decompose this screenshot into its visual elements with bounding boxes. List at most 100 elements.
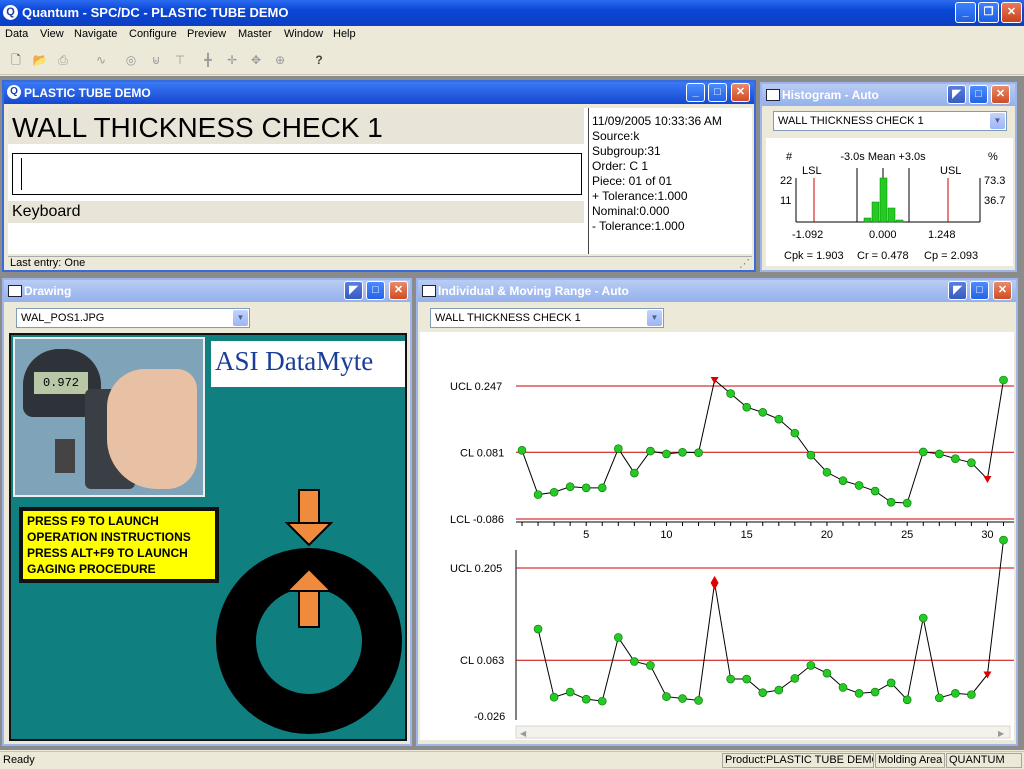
maximize-button[interactable]: □ [708,83,727,102]
data-point[interactable] [806,661,816,670]
new-file-icon[interactable]: 🗋 [8,52,24,68]
data-point[interactable] [934,693,944,703]
chart-icon[interactable]: ∿ [93,52,109,68]
close-button[interactable]: ✕ [991,85,1010,104]
data-point[interactable] [630,657,639,666]
out-of-control-marker[interactable] [710,575,719,590]
axis-icon[interactable]: ╋ [200,52,216,68]
data-point[interactable] [549,487,559,497]
data-point[interactable] [838,476,848,485]
data-point[interactable] [597,696,607,706]
data-point[interactable] [565,482,575,491]
data-point[interactable] [967,690,976,699]
data-point[interactable] [758,408,768,417]
pin-button[interactable]: ◤ [947,85,966,104]
data-point[interactable] [678,448,687,457]
menu-view[interactable]: View [40,28,64,40]
data-point[interactable] [533,624,543,634]
maximize-button[interactable]: □ [366,281,385,300]
out-of-control-marker[interactable] [983,476,992,484]
chevron-down-icon[interactable]: ▼ [990,113,1005,129]
menu-data[interactable]: Data [5,28,28,40]
data-point[interactable] [918,447,928,457]
data-point[interactable] [533,490,543,499]
data-point[interactable] [806,450,816,460]
data-point[interactable] [742,674,752,684]
restore-button[interactable]: ❐ [978,2,999,23]
data-point[interactable] [918,613,928,623]
data-point[interactable] [902,498,912,508]
data-point[interactable] [951,454,960,463]
gauge-icon[interactable]: ◎ [123,52,139,68]
data-point[interactable] [886,678,896,688]
cross-icon[interactable]: ✛ [224,52,240,68]
ring-icon[interactable]: ⊕ [272,52,288,68]
menu-window[interactable]: Window [284,28,323,40]
data-point[interactable] [758,688,768,697]
data-point[interactable] [967,458,976,467]
data-point[interactable] [614,633,623,642]
close-button[interactable]: ✕ [731,83,750,102]
pin-button[interactable]: ◤ [948,281,967,300]
menu-navigate[interactable]: Navigate [74,28,117,40]
resize-grip-icon[interactable]: ⋰ [739,257,750,270]
data-point[interactable] [934,449,944,459]
data-point[interactable] [790,428,800,438]
minimize-button[interactable]: _ [686,83,705,102]
data-point[interactable] [662,692,671,701]
data-point[interactable] [630,468,639,478]
menu-configure[interactable]: Configure [129,28,177,40]
data-point[interactable] [694,448,703,457]
data-point[interactable] [742,402,752,412]
chevron-down-icon[interactable]: ▼ [233,310,248,326]
data-point[interactable] [726,674,735,684]
help-icon[interactable]: ? [311,52,327,68]
data-point[interactable] [646,661,655,670]
data-point[interactable] [581,483,591,493]
close-button[interactable]: ✕ [389,281,408,300]
data-point[interactable] [646,446,655,456]
data-point[interactable] [790,674,800,683]
value-input[interactable] [12,153,582,195]
data-point[interactable] [870,486,880,496]
data-point[interactable] [678,694,687,703]
data-point[interactable] [854,481,864,490]
data-point[interactable] [581,694,591,704]
cup-icon[interactable]: ⊌ [148,52,164,68]
data-point[interactable] [886,497,896,507]
data-point[interactable] [614,444,623,454]
data-point[interactable] [694,696,703,705]
open-folder-icon[interactable]: 📂 [32,52,48,68]
data-point[interactable] [999,375,1008,385]
menu-master[interactable]: Master [238,28,272,40]
data-point[interactable] [870,687,880,697]
close-button[interactable]: ✕ [993,281,1012,300]
maximize-button[interactable]: □ [970,281,989,300]
data-point[interactable] [951,689,960,698]
data-point[interactable] [565,687,575,697]
data-point[interactable] [822,467,832,477]
pin-button[interactable]: ◤ [344,281,363,300]
data-point[interactable] [517,446,527,455]
minimize-button[interactable]: _ [955,2,976,23]
drawing-file-select[interactable]: WAL_POS1.JPG ▼ [16,308,250,328]
data-point[interactable] [597,483,607,493]
print-icon[interactable]: ⎙ [55,52,71,68]
scroll-left-icon[interactable]: ◀ [520,729,527,738]
scroll-right-icon[interactable]: ▶ [998,729,1005,738]
data-point[interactable] [902,695,912,705]
data-point[interactable] [838,683,848,692]
menu-help[interactable]: Help [333,28,356,40]
data-point[interactable] [549,692,559,702]
menu-preview[interactable]: Preview [187,28,226,40]
tree-icon[interactable]: ⊤ [172,52,188,68]
close-button[interactable]: ✕ [1001,2,1022,23]
chart-characteristic-select[interactable]: WALL THICKNESS CHECK 1 ▼ [430,308,664,328]
data-point[interactable] [662,449,671,459]
data-point[interactable] [854,689,864,698]
data-point[interactable] [822,668,832,678]
maximize-button[interactable]: □ [969,85,988,104]
chevron-down-icon[interactable]: ▼ [647,310,662,326]
data-point[interactable] [774,414,784,424]
horizontal-scrollbar[interactable] [515,725,1011,739]
